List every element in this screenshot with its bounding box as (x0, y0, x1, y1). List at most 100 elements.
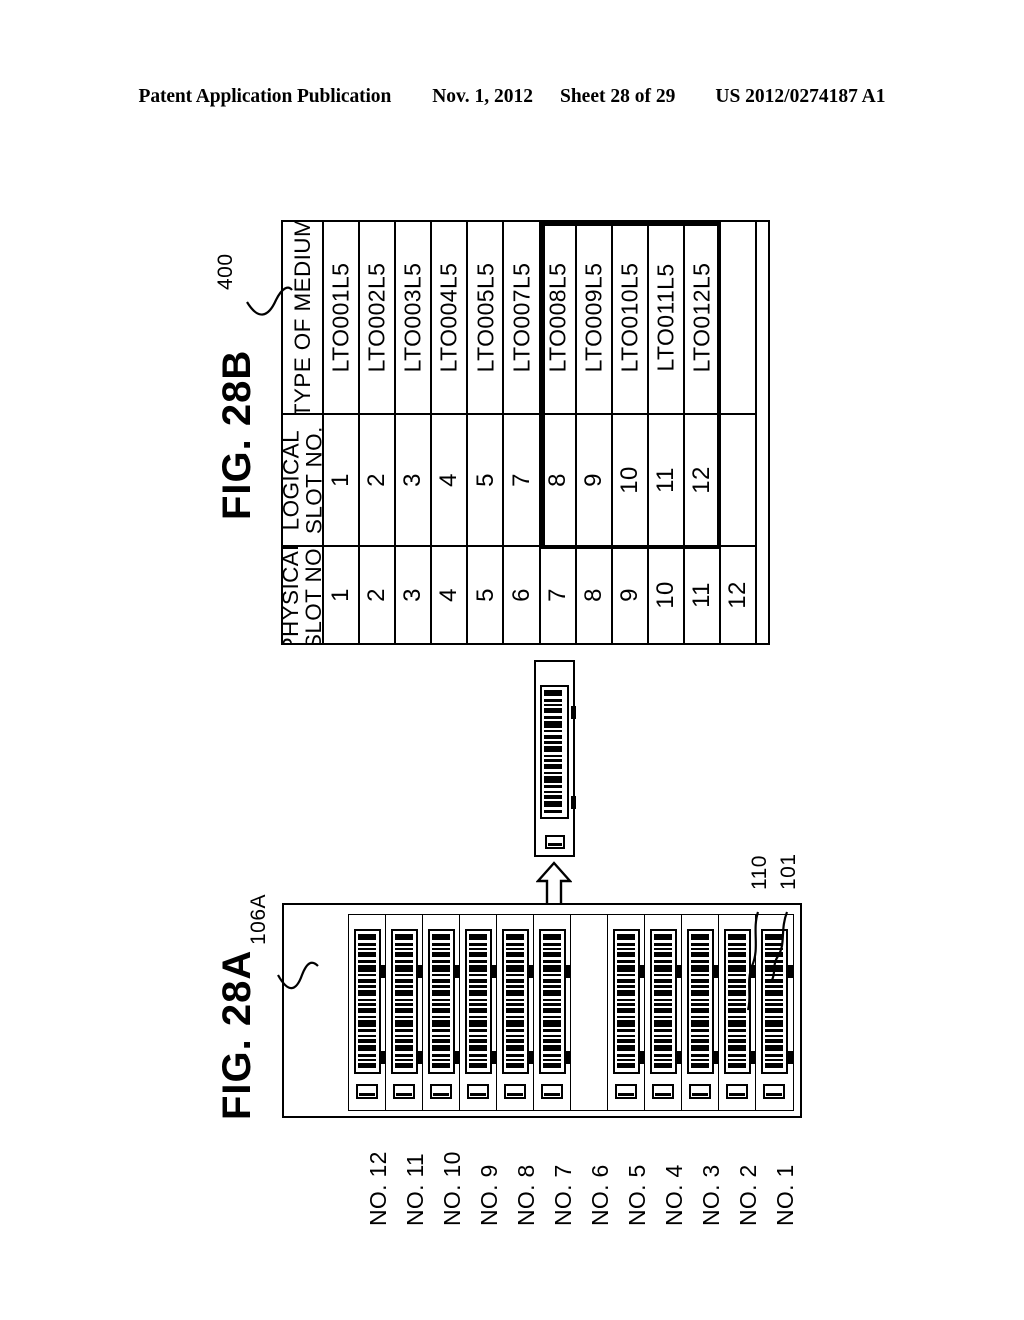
cell-text-type-of-medium: LTO009L5 (580, 262, 607, 373)
slot-number-label-cell: NO. 2 (716, 1140, 761, 1235)
cell-text-physical-slot-no: 6 (507, 588, 535, 602)
cartridge-medium-text: LTO006L5 (540, 719, 542, 785)
cell-type-of-medium: LTO004L5 (432, 222, 467, 415)
cartridge-write-protect-tab (356, 1084, 379, 1099)
tape-cartridge[interactable]: LTO010L5 (426, 925, 460, 1104)
magazine-slot[interactable]: LTO011L5 (385, 914, 424, 1111)
cartridge-barcode-label: LTO006L5 (540, 685, 569, 819)
table-row: LTO010L5 10 9 (612, 222, 649, 643)
cell-type-of-medium: LTO010L5 (612, 222, 647, 415)
ref-numeral-110: 110 (748, 855, 771, 890)
cell-type-of-medium: LTO008L5 (540, 222, 575, 415)
cell-physical-slot-no: 4 (432, 547, 466, 643)
tape-cartridge[interactable]: LTO007L5 (537, 925, 571, 1104)
slot-number-label-cell: NO. 6 (568, 1140, 613, 1235)
cell-logical-slot-no: 8 (540, 415, 575, 547)
cell-type-of-medium: LTO007L5 (504, 222, 539, 415)
cell-text-type-of-medium: LTO001L5 (327, 262, 354, 373)
cartridge-notch-upper (571, 706, 576, 719)
cell-text-logical-slot-no: 4 (435, 473, 463, 487)
cell-logical-slot-no: 12 (684, 415, 720, 547)
cartridge-notch-lower (787, 1051, 793, 1064)
cell-text-physical-slot-no: 8 (579, 588, 607, 602)
tape-cartridge[interactable]: LTO009L5 (463, 925, 497, 1104)
cell-logical-slot-no: 11 (648, 415, 683, 547)
cell-physical-slot-no: 6 (504, 547, 538, 643)
header-text-physical-line2: SLOT NO. (301, 547, 323, 643)
tape-cartridge[interactable]: LTO003L5 (685, 925, 719, 1104)
cartridge-barcode-label: LTO007L5 (539, 929, 566, 1074)
tape-cartridge[interactable]: LTO004L5 (648, 925, 682, 1104)
cell-physical-slot-no: 9 (613, 547, 647, 643)
magazine-slot[interactable] (570, 914, 609, 1111)
cell-text-type-of-medium: LTO008L5 (544, 262, 571, 373)
table-row: LTO004L5 4 4 (432, 222, 469, 643)
cartridge-barcode-label: LTO010L5 (428, 929, 455, 1074)
cell-type-of-medium: LTO005L5 (468, 222, 503, 415)
cell-logical-slot-no: 3 (396, 415, 431, 547)
table-row: LTO002L5 2 2 (360, 222, 397, 643)
cell-text-type-of-medium: LTO011L5 (652, 263, 679, 372)
slot-number-label-cell: NO. 7 (531, 1140, 576, 1235)
barcode-icon (432, 933, 450, 1070)
cell-logical-slot-no (721, 415, 756, 547)
cartridge-write-protect-tab (689, 1084, 712, 1099)
cell-text-type-of-medium: LTO012L5 (688, 262, 715, 373)
cell-physical-slot-no: 3 (396, 547, 430, 643)
slot-number-label-cell: NO. 4 (642, 1140, 687, 1235)
magazine-slot[interactable]: LTO009L5 (459, 914, 498, 1111)
cell-logical-slot-no: 1 (324, 415, 359, 547)
cell-text-type-of-medium: LTO007L5 (508, 262, 535, 373)
cell-text-type-of-medium: LTO002L5 (363, 262, 390, 373)
magazine-slot[interactable]: LTO004L5 (644, 914, 683, 1111)
cell-text-logical-slot-no: 3 (399, 473, 427, 487)
tape-cartridge[interactable]: LTO008L5 (500, 925, 534, 1104)
cell-text-logical-slot-no: 7 (507, 473, 535, 487)
slot-number-label: NO. 1 (771, 1164, 798, 1226)
magazine-slot[interactable]: LTO002L5 (718, 914, 757, 1111)
table-row: LTO008L5 8 7 (540, 222, 577, 643)
cartridge-write-protect-tab (726, 1084, 749, 1099)
magazine-slot[interactable]: LTO007L5 (533, 914, 572, 1111)
cartridge-write-protect-tab (504, 1084, 527, 1099)
tape-cartridge[interactable]: LTO005L5 (611, 925, 645, 1104)
tape-cartridge[interactable]: LTO001L5 (759, 925, 793, 1104)
magazine-slot[interactable]: LTO008L5 (496, 914, 535, 1111)
table-row: LTO003L5 3 3 (396, 222, 433, 643)
slot-mapping-table: TYPE OF MEDIUM LOGICAL SLOT NO. PHYSICAL… (281, 220, 770, 645)
cartridge-notch-lower (571, 796, 576, 809)
publication-title: Patent Application Publication (138, 86, 392, 107)
cell-text-logical-slot-no: 10 (615, 466, 643, 494)
magazine-slot[interactable]: LTO001L5 (755, 914, 794, 1111)
cell-text-logical-slot-no: 1 (327, 473, 355, 487)
table-header-column: TYPE OF MEDIUM LOGICAL SLOT NO. PHYSICAL… (283, 222, 324, 643)
magazine-slot[interactable]: LTO010L5 (422, 914, 461, 1111)
slot-number-label-cell: NO. 9 (457, 1140, 502, 1235)
cell-physical-slot-no: 1 (324, 547, 358, 643)
cartridge-barcode-label: LTO009L5 (465, 929, 492, 1074)
cartridge-write-protect-tab (615, 1084, 638, 1099)
table-row: LTO005L5 5 5 (468, 222, 505, 643)
magazine-slot[interactable]: LTO012L5 (348, 914, 387, 1111)
table-row: LTO012L5 12 11 (684, 222, 722, 643)
publication-date: Nov. 1, 2012 (432, 86, 533, 107)
tape-cartridge[interactable]: LTO012L5 (352, 925, 386, 1104)
cell-text-physical-slot-no: 3 (399, 588, 427, 602)
tape-cartridge[interactable]: LTO002L5 (722, 925, 756, 1104)
cell-text-physical-slot-no: 7 (543, 588, 571, 602)
magazine-slot[interactable]: LTO003L5 (681, 914, 720, 1111)
tape-cartridge[interactable]: LTO011L5 (389, 925, 423, 1104)
cell-type-of-medium: LTO002L5 (360, 222, 395, 415)
cartridge-write-protect-tab (541, 1084, 564, 1099)
magazine-slot[interactable]: LTO005L5 (607, 914, 646, 1111)
cartridge-write-protect-tab (652, 1084, 675, 1099)
cartridge-barcode-label: LTO004L5 (650, 929, 677, 1074)
table-row: LTO001L5 1 1 (324, 222, 361, 643)
cell-physical-slot-no: 11 (685, 547, 719, 643)
cartridge-barcode-label: LTO001L5 (761, 929, 788, 1074)
magazine-housing: LTO012L5 LTO011L5 LTO010L5 LTO009L5 LTO008L5… (282, 903, 802, 1118)
header-text-logical-line1: LOGICAL (283, 429, 304, 531)
cell-text-physical-slot-no: 12 (724, 581, 752, 609)
cartridge-barcode-label: LTO003L5 (687, 929, 714, 1074)
cell-physical-slot-no: 2 (360, 547, 394, 643)
